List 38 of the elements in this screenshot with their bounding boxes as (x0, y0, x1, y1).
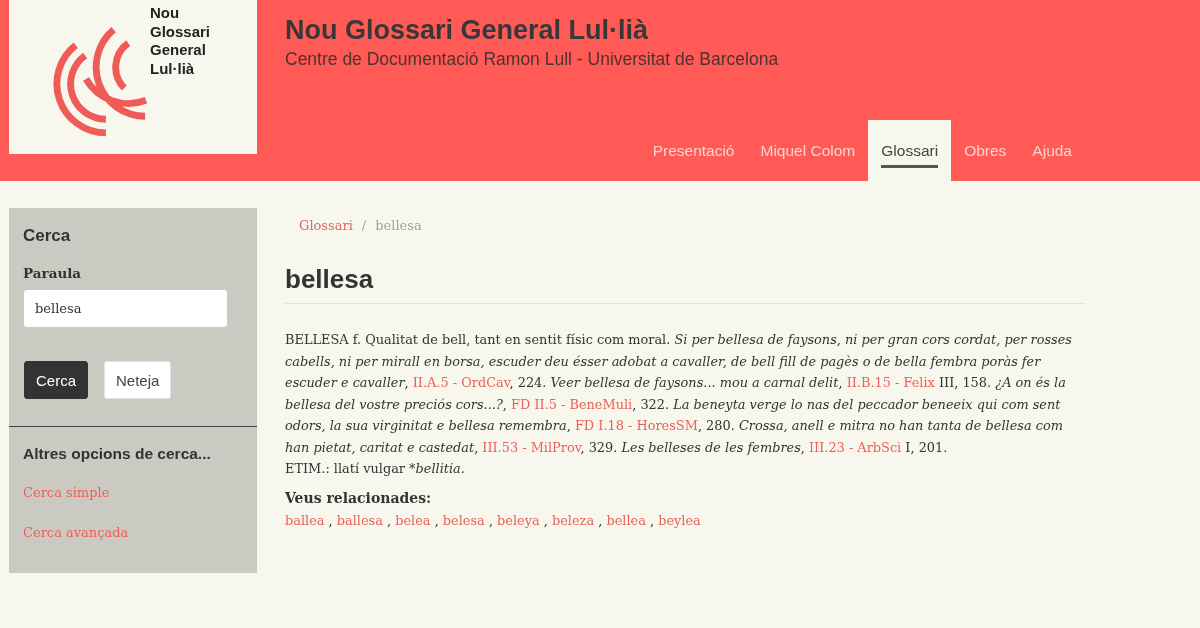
sidebar-title: Cerca (23, 226, 72, 246)
logo-text: Nou Glossari General Lul·lià (150, 4, 211, 78)
related-link[interactable]: ballesa (336, 513, 383, 528)
search-button[interactable]: Cerca (24, 361, 88, 399)
clear-button[interactable]: Neteja (104, 361, 172, 399)
citation-link[interactable]: II.B.15 - Felix (846, 375, 935, 390)
nav-tab[interactable]: Miquel Colom (747, 120, 869, 181)
sidebar-link[interactable]: Cerca avançada (23, 523, 129, 543)
definition-text: BELLESA f. Qualitat de bell, tant en sentit físic com moral. Si per bellesa de faysons, ni per gran cors cordat, per rosses cabells, ni per mirall en borsa, escuder deu ésser adobat a cavaller, de bell fill de pagès o de bella fembra poràs fer escuder e cavaller, II.A.5 - OrdCav, 224. Veer bellesa de faysons... mou a carnal delit, II.B.15 - Felix III, 158. ¿A on és la bellesa del vostre preciós cors...?, FD II.5 - BeneMuli, 322. La beneyta verge lo nas del peccador beneeix qui com sent odors, la sua virginitat e bellesa remembra, FD I.18 - HoresSM, 280. Crossa, anell e mitra no han tanta de bellesa com han pietat, caritat e castedat, III.53 - MilProv, 329. Les belleses de les fembres, III.23 - ArbSci I, 201. (285, 331, 1073, 457)
related-link[interactable]: belesa (442, 513, 485, 528)
breadcrumb-current: bellesa (375, 217, 422, 235)
related-link[interactable]: bellea (606, 513, 646, 528)
related-link[interactable]: beylea (658, 513, 701, 528)
related-link[interactable]: beleya (497, 513, 540, 528)
nav-tab[interactable]: Glossari (868, 120, 952, 181)
related-label: Veus relacionades: (285, 488, 433, 508)
related-link[interactable]: beleza (552, 513, 595, 528)
arcs-logo-icon (52, 24, 150, 137)
site-title: Nou Glossari General Lul·lià (285, 14, 650, 46)
site-subtitle: Centre de Documentació Ramon Lull - Universitat de Barcelona (285, 49, 780, 69)
etymology-text: ETIM.: llatí vulgar *bellitia. (285, 460, 466, 478)
citation-link[interactable]: III.53 - MilProv (482, 439, 581, 455)
search-field[interactable]: bellesa (24, 290, 227, 327)
sidebar-link[interactable]: Cerca simple (23, 483, 110, 503)
breadcrumb-separator: / (361, 217, 367, 235)
breadcrumb-link[interactable]: Glossari (299, 216, 353, 236)
nav-tab[interactable]: Presentació (639, 120, 748, 181)
nav-tab[interactable]: Obres (951, 120, 1020, 181)
more-options-title: Altres opcions de cerca... (23, 444, 212, 464)
field-label: Paraula (23, 264, 83, 283)
related-list: ballea , ballesa , belea , belesa , beleya , beleza , bellea , beylea (285, 510, 1085, 532)
citation-link[interactable]: III.23 - ArbSci (809, 439, 902, 455)
related-link[interactable]: ballea (285, 513, 325, 528)
citation-link[interactable]: FD I.18 - HoresSM (574, 418, 698, 433)
related-link[interactable]: belea (395, 513, 431, 528)
citation-link[interactable]: II.A.5 - OrdCav (412, 375, 510, 390)
entry-title: bellesa (285, 264, 1085, 304)
nav-tab[interactable]: Ajuda (1019, 120, 1085, 181)
